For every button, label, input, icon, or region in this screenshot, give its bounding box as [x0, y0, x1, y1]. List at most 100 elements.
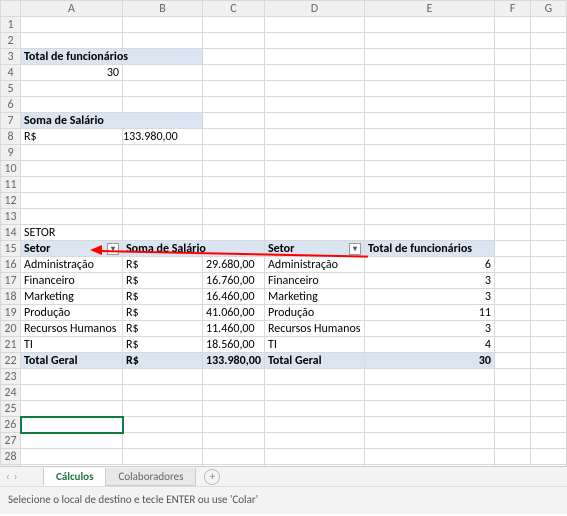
cell[interactable] — [21, 209, 123, 225]
pivot1-row-cur[interactable]: R$ — [123, 257, 203, 273]
cell[interactable] — [494, 337, 530, 353]
cell[interactable] — [203, 81, 265, 97]
cell[interactable] — [494, 385, 530, 401]
cell[interactable] — [530, 369, 566, 385]
row-header[interactable]: 2 — [1, 33, 21, 49]
sheet-tab-colaboradores[interactable]: Colaboradores — [105, 468, 196, 486]
cell[interactable] — [364, 401, 494, 417]
pivot1-row-cur[interactable]: R$ — [123, 305, 203, 321]
cell[interactable] — [264, 177, 364, 193]
cell[interactable] — [203, 177, 265, 193]
cell[interactable] — [123, 81, 203, 97]
cell[interactable] — [21, 433, 123, 449]
cell-soma-sal-val[interactable]: 133.980,00 — [123, 129, 203, 145]
cell[interactable] — [494, 209, 530, 225]
cell[interactable] — [203, 97, 265, 113]
pivot2-row-setor[interactable]: Administração — [264, 257, 364, 273]
cell[interactable] — [21, 97, 123, 113]
cell[interactable] — [203, 17, 265, 33]
cell[interactable] — [494, 33, 530, 49]
cell[interactable] — [494, 113, 530, 129]
cell[interactable] — [203, 33, 265, 49]
cell[interactable] — [364, 385, 494, 401]
cell[interactable] — [530, 337, 566, 353]
cell[interactable] — [530, 257, 566, 273]
pivot2-hdr-total[interactable]: Total de funcionários — [364, 241, 494, 257]
pivot1-total-val[interactable]: 133.980,00 — [203, 353, 265, 369]
cell[interactable] — [530, 225, 566, 241]
col-header-E[interactable]: E — [364, 1, 494, 17]
active-cell[interactable] — [21, 417, 123, 433]
row-header[interactable]: 21 — [1, 337, 21, 353]
pivot2-row-setor[interactable]: Marketing — [264, 289, 364, 305]
cell-soma-sal-cur[interactable]: R$ — [21, 129, 123, 145]
cell[interactable] — [203, 417, 265, 433]
cell[interactable] — [530, 177, 566, 193]
cell[interactable] — [364, 97, 494, 113]
cell[interactable] — [494, 433, 530, 449]
pivot2-row-val[interactable]: 3 — [364, 289, 494, 305]
cell[interactable] — [123, 401, 203, 417]
cell[interactable] — [530, 97, 566, 113]
row-header[interactable]: 11 — [1, 177, 21, 193]
pivot1-row-setor[interactable]: TI — [21, 337, 123, 353]
row-header[interactable]: 14 — [1, 225, 21, 241]
row-header[interactable]: 9 — [1, 145, 21, 161]
cell[interactable] — [203, 161, 265, 177]
cell[interactable] — [364, 145, 494, 161]
cell[interactable] — [364, 209, 494, 225]
cell[interactable] — [123, 209, 203, 225]
cell[interactable] — [364, 417, 494, 433]
pivot2-row-setor[interactable]: TI — [264, 337, 364, 353]
col-header-F[interactable]: F — [494, 1, 530, 17]
row-header[interactable]: 27 — [1, 433, 21, 449]
cell[interactable] — [494, 49, 530, 65]
pivot1-row-setor[interactable]: Financeiro — [21, 273, 123, 289]
cell[interactable] — [494, 401, 530, 417]
row-header[interactable]: 13 — [1, 209, 21, 225]
cell[interactable] — [494, 81, 530, 97]
col-header-D[interactable]: D — [264, 1, 364, 17]
cell[interactable] — [494, 145, 530, 161]
cell[interactable] — [264, 17, 364, 33]
cell[interactable] — [364, 81, 494, 97]
col-header-C[interactable]: C — [203, 1, 265, 17]
cell[interactable] — [494, 225, 530, 241]
cell[interactable] — [530, 449, 566, 465]
cell[interactable] — [123, 417, 203, 433]
pivot1-row-setor[interactable]: Recursos Humanos — [21, 321, 123, 337]
row-header[interactable]: 24 — [1, 385, 21, 401]
cell[interactable] — [264, 161, 364, 177]
cell[interactable] — [203, 449, 265, 465]
cell[interactable] — [203, 129, 265, 145]
cell[interactable] — [123, 145, 203, 161]
cell[interactable] — [123, 369, 203, 385]
cell[interactable] — [203, 385, 265, 401]
cell[interactable] — [364, 161, 494, 177]
cell[interactable] — [203, 145, 265, 161]
cell[interactable] — [494, 129, 530, 145]
row-header[interactable]: 10 — [1, 161, 21, 177]
cell[interactable] — [203, 401, 265, 417]
pivot2-hdr-setor[interactable]: Setor ▾ — [264, 241, 364, 257]
cell[interactable] — [264, 385, 364, 401]
cell[interactable] — [203, 113, 265, 129]
pivot-header-soma-sal[interactable]: Soma de Salário — [21, 113, 203, 129]
cell[interactable] — [264, 97, 364, 113]
cell[interactable] — [21, 177, 123, 193]
select-all-corner[interactable] — [1, 1, 21, 17]
row-header[interactable]: 28 — [1, 449, 21, 465]
cell[interactable] — [494, 161, 530, 177]
pivot1-row-cur[interactable]: R$ — [123, 273, 203, 289]
cell[interactable] — [494, 177, 530, 193]
cell[interactable] — [530, 385, 566, 401]
cell[interactable] — [264, 369, 364, 385]
pivot2-row-val[interactable]: 11 — [364, 305, 494, 321]
cell[interactable] — [123, 177, 203, 193]
cell[interactable] — [530, 33, 566, 49]
cell[interactable] — [494, 257, 530, 273]
pivot2-row-val[interactable]: 4 — [364, 337, 494, 353]
cell[interactable] — [123, 33, 203, 49]
pivot2-row-val[interactable]: 6 — [364, 257, 494, 273]
cell[interactable] — [264, 33, 364, 49]
